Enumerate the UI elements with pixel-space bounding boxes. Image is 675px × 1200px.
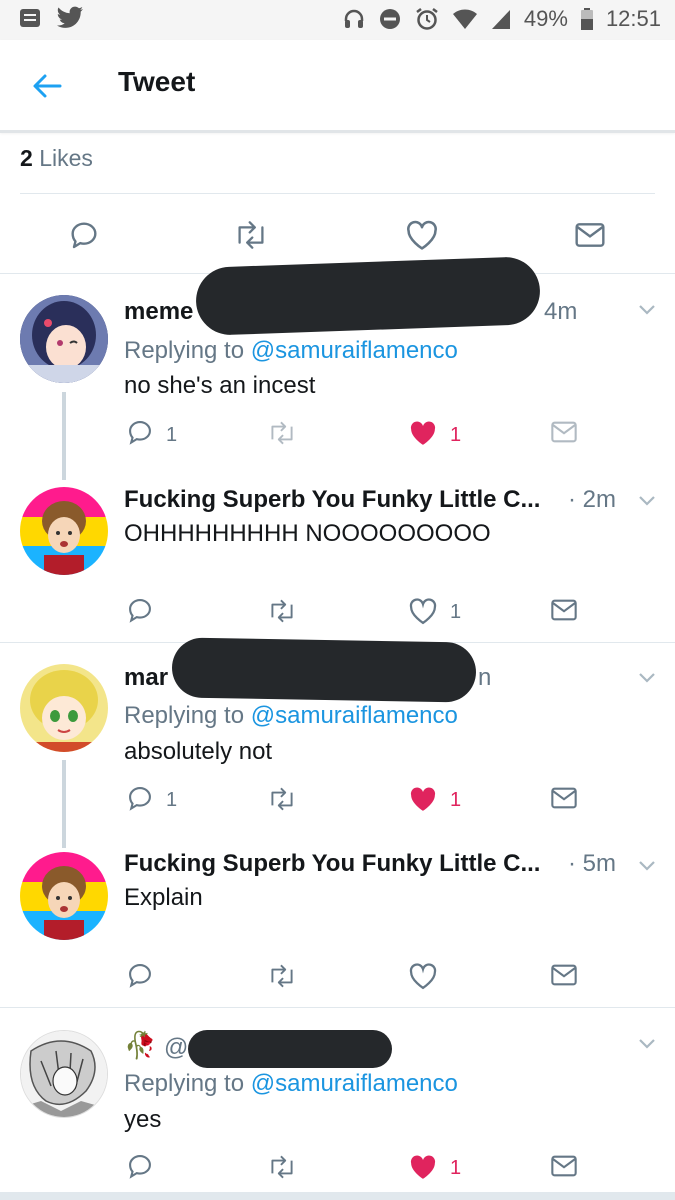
direct-message-icon[interactable] [550, 598, 578, 627]
author-name[interactable]: meme [124, 298, 193, 326]
bottom-edge [0, 1192, 675, 1200]
likes-count: 2 [20, 145, 33, 171]
reply-icon[interactable] [126, 1152, 154, 1185]
alarm-icon [414, 7, 440, 31]
signal-icon [490, 7, 512, 31]
reply-icon[interactable] [126, 596, 154, 629]
reply-icon[interactable] [126, 418, 154, 451]
like-count: 1 [450, 424, 462, 446]
reply-count: 1 [166, 789, 178, 811]
tweet-text: no she's an incest [124, 372, 316, 399]
redaction-mark [188, 1030, 392, 1068]
direct-message-icon[interactable] [574, 221, 606, 254]
reply-count: 1 [166, 424, 178, 446]
do-not-disturb-icon [378, 7, 402, 31]
tweet-text: yes [124, 1106, 162, 1133]
retweet-icon[interactable] [266, 786, 298, 817]
divider [20, 193, 655, 194]
like-icon[interactable] [405, 219, 439, 256]
likes-label: Likes [39, 145, 93, 171]
tweet-text: Explain [124, 884, 203, 911]
avatar[interactable] [20, 295, 108, 383]
author-name[interactable]: Fucking Superb You Funky Little C... [124, 850, 540, 878]
direct-message-icon[interactable] [550, 1154, 578, 1183]
chevron-down-icon[interactable] [637, 858, 661, 874]
direct-message-icon[interactable] [550, 420, 578, 449]
replying-label: Replying to [124, 1070, 245, 1097]
like-count: 1 [450, 601, 462, 623]
timestamp[interactable]: 4m [544, 298, 577, 326]
retweet-icon[interactable] [232, 219, 270, 256]
reply-handle-link[interactable]: @samuraiflamenco [251, 337, 458, 364]
divider [0, 1007, 675, 1008]
liked-heart-icon[interactable] [408, 419, 438, 452]
retweet-icon[interactable] [266, 1154, 298, 1185]
avatar[interactable] [20, 664, 108, 752]
like-count: 1 [450, 789, 462, 811]
tweet-action-bar [0, 205, 675, 263]
liked-heart-icon[interactable] [408, 1153, 438, 1186]
direct-message-icon[interactable] [550, 786, 578, 815]
back-arrow-icon[interactable] [28, 68, 68, 104]
tweet-text: absolutely not [124, 738, 273, 765]
reply-handle-link[interactable]: @samuraiflamenco [251, 1070, 458, 1097]
avatar[interactable] [20, 487, 108, 575]
redaction-mark [171, 637, 477, 703]
thread-line [62, 760, 66, 848]
rose-emoji: 🥀 [124, 1030, 157, 1060]
replying-label: Replying to [124, 702, 245, 729]
page-title: Tweet [118, 66, 196, 97]
retweet-icon[interactable] [266, 963, 298, 994]
chevron-down-icon[interactable] [637, 493, 661, 509]
reply-icon[interactable] [68, 219, 100, 256]
timestamp[interactable]: · 5m [568, 850, 616, 878]
status-bar: 49% 12:51 [0, 0, 675, 40]
author-name[interactable]: Fucking Superb You Funky Little C... [124, 486, 540, 514]
retweet-icon[interactable] [266, 598, 298, 629]
like-count: 1 [450, 1157, 462, 1179]
chevron-down-icon[interactable] [637, 1036, 661, 1052]
notes-icon [18, 6, 42, 30]
clock: 12:51 [605, 6, 661, 31]
redaction-mark [194, 256, 542, 336]
chevron-down-icon[interactable] [637, 302, 661, 318]
direct-message-icon[interactable] [550, 963, 578, 992]
likes-summary[interactable]: 2 Likes [20, 145, 93, 172]
thread-line [62, 392, 66, 480]
reply-handle-link[interactable]: @samuraiflamenco [251, 702, 458, 729]
reply-icon[interactable] [126, 961, 154, 994]
avatar[interactable] [20, 1030, 108, 1118]
retweet-icon[interactable] [266, 420, 298, 451]
replying-to: Replying to @samuraiflamenco [124, 1070, 458, 1098]
like-icon[interactable] [408, 962, 438, 995]
app-bar: Tweet [0, 40, 675, 133]
chevron-down-icon[interactable] [637, 670, 661, 686]
tweet-text: OHHHHHHHHH NOOOOOOOOO [124, 520, 491, 547]
timestamp[interactable]: · 2m [568, 486, 616, 514]
headphones-icon [342, 7, 366, 31]
author-name[interactable]: mar [124, 664, 168, 692]
like-icon[interactable] [408, 597, 438, 630]
liked-heart-icon[interactable] [408, 785, 438, 818]
at-sign: @ [164, 1034, 189, 1061]
replying-to: Replying to @samuraiflamenco [124, 702, 458, 730]
twitter-bird-icon [56, 6, 84, 30]
wifi-icon [452, 7, 478, 31]
replying-to: Replying to @samuraiflamenco [124, 337, 458, 365]
avatar[interactable] [20, 852, 108, 940]
reply-icon[interactable] [126, 784, 154, 817]
battery-icon [580, 7, 594, 31]
timestamp-fragment[interactable]: n [478, 664, 491, 692]
battery-percent: 49% [523, 6, 568, 31]
replying-label: Replying to [124, 337, 245, 364]
